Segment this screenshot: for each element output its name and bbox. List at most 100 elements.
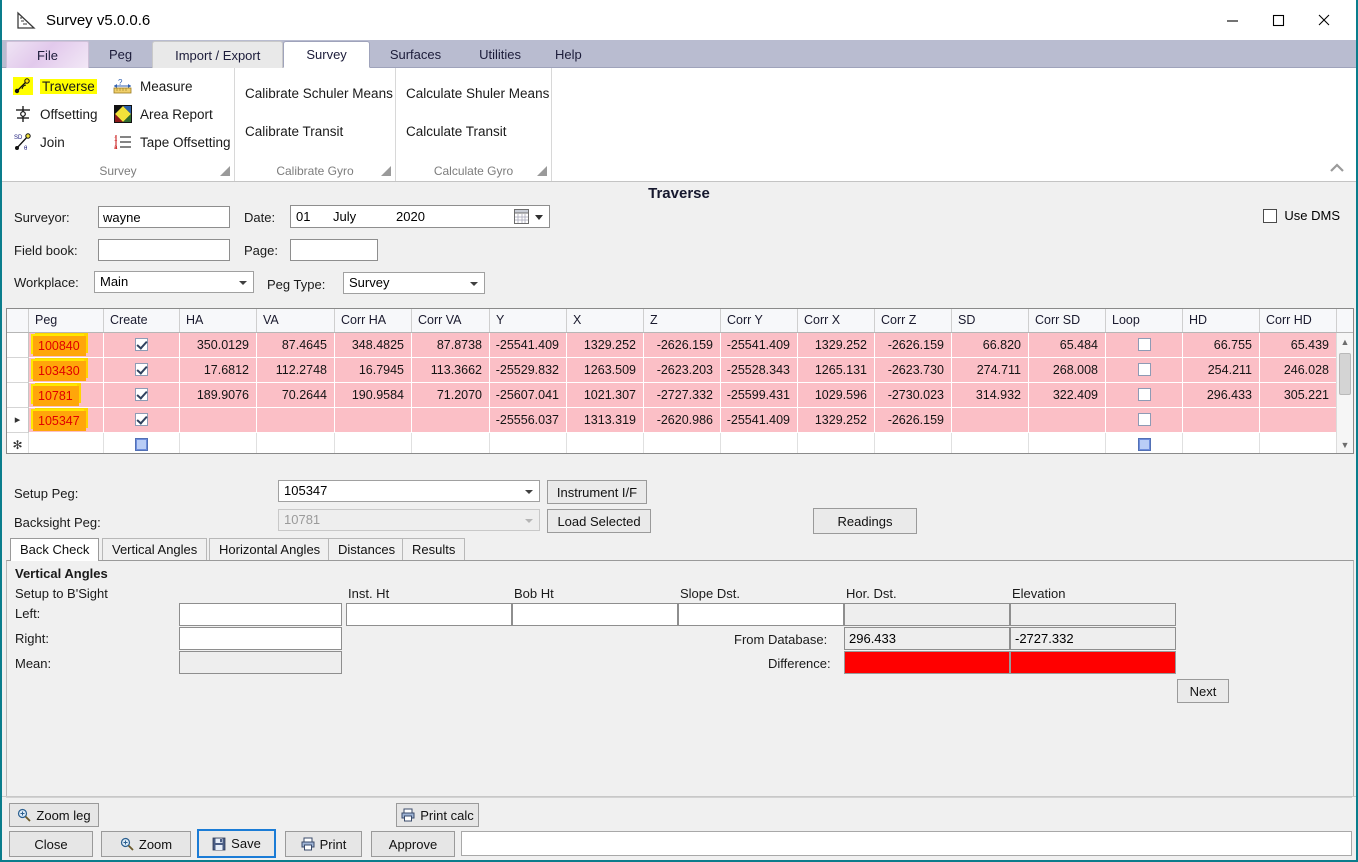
tab-help[interactable]: Help [539,41,598,68]
right-angle-input[interactable] [179,627,342,650]
tab-peg[interactable]: Peg [89,41,152,68]
cell-corr-x[interactable]: 1329.252 [798,408,875,433]
cell-loop[interactable] [1106,333,1183,358]
cell-peg[interactable]: 105347 [29,408,104,433]
cell-hd[interactable]: 254.211 [1183,358,1260,383]
grid-header-corr-sd[interactable]: Corr SD [1029,309,1106,332]
table-row[interactable]: 103430 17.6812 112.2748 16.7945 113.3662… [7,358,1353,383]
grid-header-y[interactable]: Y [490,309,567,332]
cell-y[interactable]: -25607.041 [490,383,567,408]
cell-corr-va[interactable]: 71.2070 [412,383,490,408]
cell-corr-hd[interactable] [1260,408,1337,433]
cell-x[interactable]: 1021.307 [567,383,644,408]
grid-header-ha[interactable]: HA [180,309,257,332]
cell-corr-y[interactable]: -25541.409 [721,408,798,433]
cell-peg[interactable]: 103430 [29,358,104,383]
cell-sd[interactable] [952,408,1029,433]
checkbox-indeterminate-icon[interactable] [1138,438,1151,451]
left-angle-input[interactable] [179,603,342,626]
checkbox-unchecked-icon[interactable] [1138,388,1151,401]
cell-ha[interactable]: 350.0129 [180,333,257,358]
cell-sd[interactable]: 66.820 [952,333,1029,358]
ribbon-item-calibrate-schuler-means[interactable]: Calibrate Schuler Means [245,86,393,101]
date-year[interactable]: 2020 [396,209,425,224]
checkbox-checked-icon[interactable] [135,413,148,426]
date-month[interactable]: July [333,209,356,224]
cell-corr-hd[interactable] [1260,433,1337,454]
ribbon-item-calibrate-transit[interactable]: Calibrate Transit [245,124,343,139]
cell-loop[interactable] [1106,433,1183,454]
cell-corr-z[interactable]: -2623.730 [875,358,952,383]
cell-ha[interactable] [180,408,257,433]
cell-hd[interactable] [1183,433,1260,454]
cell-z[interactable]: -2727.332 [644,383,721,408]
minimize-icon[interactable] [1209,0,1255,40]
checkbox-checked-icon[interactable] [135,388,148,401]
instrument-if-button[interactable]: Instrument I/F [547,480,647,504]
cell-corr-y[interactable]: -25541.409 [721,333,798,358]
cell-va[interactable]: 112.2748 [257,358,335,383]
tab-survey[interactable]: Survey [283,41,369,68]
cell-z[interactable]: -2620.986 [644,408,721,433]
next-button[interactable]: Next [1177,679,1229,703]
calendar-icon[interactable] [514,209,529,224]
cell-create[interactable] [104,383,180,408]
dialog-launcher-icon[interactable] [381,166,391,176]
slope-dst-input[interactable] [678,603,844,626]
cell-hd[interactable] [1183,408,1260,433]
cell-create[interactable] [104,358,180,383]
cell-corr-ha[interactable]: 16.7945 [335,358,412,383]
tab-file[interactable]: File [6,41,89,68]
use-dms-checkbox[interactable]: Use DMS [1263,208,1340,223]
checkbox-indeterminate-icon[interactable] [135,438,148,451]
cell-corr-z[interactable]: -2730.023 [875,383,952,408]
cell-corr-y[interactable] [721,433,798,454]
grid-header-corr-y[interactable]: Corr Y [721,309,798,332]
cell-corr-sd[interactable] [1029,408,1106,433]
cell-corr-ha[interactable]: 348.4825 [335,333,412,358]
cell-peg[interactable] [29,433,104,454]
cell-z[interactable]: -2623.203 [644,358,721,383]
cell-corr-z[interactable] [875,433,952,454]
cell-y[interactable] [490,433,567,454]
cell-corr-y[interactable]: -25599.431 [721,383,798,408]
print-calc-button[interactable]: Print calc [396,803,479,827]
grid-header-loop[interactable]: Loop [1106,309,1183,332]
tab-distances[interactable]: Distances [328,538,405,561]
chevron-down-icon[interactable] [535,215,543,220]
cell-x[interactable] [567,433,644,454]
pegtype-select[interactable]: Survey [343,272,485,294]
cell-corr-z[interactable]: -2626.159 [875,333,952,358]
grid-header-sd[interactable]: SD [952,309,1029,332]
cell-corr-sd[interactable] [1029,433,1106,454]
cell-corr-va[interactable] [412,408,490,433]
surveyor-input[interactable] [98,206,230,228]
cell-corr-ha[interactable] [335,433,412,454]
fieldbook-input[interactable] [98,239,230,261]
cell-x[interactable]: 1313.319 [567,408,644,433]
cell-y[interactable]: -25556.037 [490,408,567,433]
cell-sd[interactable] [952,433,1029,454]
ribbon-item-measure[interactable]: ? Measure [112,76,193,96]
cell-peg[interactable]: 100840 [29,333,104,358]
grid-header-x[interactable]: X [567,309,644,332]
cell-ha[interactable]: 189.9076 [180,383,257,408]
grid-header-z[interactable]: Z [644,309,721,332]
cell-corr-sd[interactable]: 65.484 [1029,333,1106,358]
grid-header-peg[interactable]: Peg [29,309,104,332]
print-button[interactable]: Print [285,831,362,857]
cell-corr-ha[interactable] [335,408,412,433]
table-row[interactable]: ▸ 105347 -25556.037 1313.319 -2620.986 -… [7,408,1353,433]
load-selected-button[interactable]: Load Selected [547,509,651,533]
cell-corr-ha[interactable]: 190.9584 [335,383,412,408]
cell-z[interactable] [644,433,721,454]
table-new-row[interactable]: ✻ [7,433,1353,454]
date-day[interactable]: 01 [296,209,310,224]
cell-sd[interactable]: 274.711 [952,358,1029,383]
approve-button[interactable]: Approve [371,831,455,857]
ribbon-item-area-report[interactable]: Area Report [112,104,213,124]
tab-vertical-angles[interactable]: Vertical Angles [102,538,207,561]
cell-hd[interactable]: 296.433 [1183,383,1260,408]
cell-y[interactable]: -25541.409 [490,333,567,358]
grid-header-corr-x[interactable]: Corr X [798,309,875,332]
